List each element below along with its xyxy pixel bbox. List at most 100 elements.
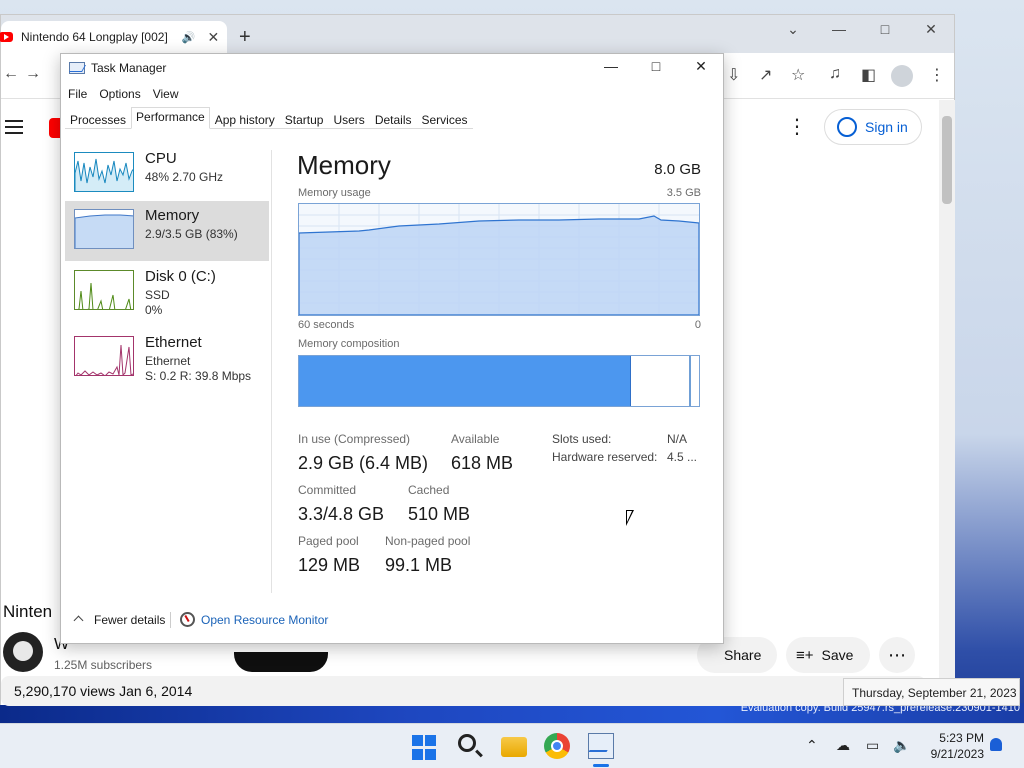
close-tab-icon[interactable]: ✕: [208, 29, 220, 46]
chrome-menu-icon[interactable]: ⋮: [929, 65, 945, 85]
open-resource-monitor-link[interactable]: Open Resource Monitor: [201, 613, 328, 627]
paged-pool-label: Paged pool: [298, 534, 359, 548]
sidebar-cpu-detail: 48% 2.70 GHz: [145, 170, 224, 184]
back-arrow-icon[interactable]: ←: [3, 65, 19, 83]
tab-processes[interactable]: Processes: [65, 107, 131, 128]
sidebar-cpu-name: CPU: [145, 150, 177, 167]
clock-time: 5:23 PM: [939, 731, 984, 745]
menu-options[interactable]: Options: [99, 84, 140, 104]
memory-composition-label: Memory composition: [298, 338, 400, 350]
taskbar: ⌃ ☁ ▭ 🔈 5:23 PM 9/21/2023: [0, 723, 1024, 768]
youtube-favicon-icon: [0, 32, 13, 42]
tab-search-chevron-icon[interactable]: ⌄: [770, 15, 816, 45]
sidebar-ethernet-name: Ethernet: [145, 334, 202, 351]
bookmark-star-icon[interactable]: ☆: [791, 65, 805, 85]
tab-details[interactable]: Details: [370, 107, 417, 128]
sign-in-label: Sign in: [865, 119, 908, 135]
display-icon[interactable]: ▭: [866, 737, 879, 754]
in-use-label: In use (Compressed): [298, 432, 411, 446]
download-icon[interactable]: ⇩: [727, 65, 740, 85]
scrollbar-thumb[interactable]: [942, 116, 952, 204]
committed-label: Committed: [298, 483, 357, 497]
sidebar-ethernet-adapter: Ethernet: [145, 354, 191, 368]
sidebar-ethernet-throughput: S: 0.2 R: 39.8 Mbps: [145, 369, 252, 383]
cached-label: Cached: [408, 483, 450, 497]
footer-divider: [170, 612, 171, 628]
subscribe-button[interactable]: [234, 652, 328, 672]
hamburger-menu-icon[interactable]: [5, 120, 23, 138]
notification-bell-icon[interactable]: [990, 738, 1002, 751]
file-explorer-icon[interactable]: [501, 737, 527, 757]
hardware-reserved-value: 4.5 ...: [667, 450, 698, 464]
memory-heading: Memory: [297, 150, 391, 180]
minimize-button[interactable]: —: [816, 15, 862, 45]
close-button[interactable]: ✕: [908, 15, 954, 45]
sidebar-disk-type: SSD: [145, 288, 170, 302]
memory-composition-bar: [298, 355, 700, 407]
channel-subscribers: 1.25M subscribers: [54, 658, 153, 672]
task-manager-titlebar[interactable]: Task Manager — □ ✕: [61, 54, 723, 82]
tab-bar: Processes Performance App history Startu…: [65, 107, 473, 129]
sidebar-memory-name: Memory: [145, 207, 200, 224]
volume-muted-icon[interactable]: 🔈: [893, 737, 910, 754]
fewer-details-label: Fewer details: [94, 613, 166, 627]
tab-startup[interactable]: Startup: [280, 107, 329, 128]
media-queue-icon[interactable]: ♫: [829, 65, 841, 83]
sidebar-disk-usage: 0%: [145, 303, 163, 317]
share-page-icon[interactable]: ↗: [759, 65, 772, 85]
speaker-icon[interactable]: 🔊: [182, 31, 196, 44]
active-app-indicator: [593, 764, 609, 767]
show-hidden-icons-chevron-icon[interactable]: ⌃: [806, 737, 818, 754]
disk-thumbnail-graph: [74, 270, 134, 310]
memory-thumbnail-graph: [74, 209, 134, 249]
sign-in-button[interactable]: Sign in: [824, 109, 922, 145]
sidebar-item-disk[interactable]: Disk 0 (C:) SSD 0%: [65, 262, 269, 322]
sidebar-item-memory[interactable]: Memory 2.9/3.5 GB (83%): [65, 201, 269, 261]
more-options-icon[interactable]: ⋮: [787, 114, 807, 139]
memory-total: 8.0 GB: [654, 161, 701, 178]
menu-file[interactable]: File: [68, 84, 87, 104]
save-playlist-icon: ≡+: [796, 646, 814, 664]
task-manager-taskbar-icon[interactable]: [588, 733, 614, 759]
task-manager-icon: [69, 62, 85, 74]
fewer-details-button[interactable]: Fewer details: [71, 613, 165, 627]
close-button[interactable]: ✕: [681, 58, 721, 75]
slots-used-value: N/A: [667, 432, 688, 446]
available-value: 618 MB: [451, 453, 514, 473]
sidebar-item-ethernet[interactable]: Ethernet Ethernet S: 0.2 R: 39.8 Mbps: [65, 328, 269, 388]
profile-avatar-icon[interactable]: [891, 65, 913, 87]
video-title: Ninten: [3, 602, 53, 621]
channel-avatar[interactable]: [3, 632, 43, 672]
side-panel-icon[interactable]: ◧: [861, 65, 876, 85]
network-status-icon[interactable]: ☁: [836, 737, 850, 754]
committed-value: 3.3/4.8 GB: [298, 504, 385, 524]
more-actions-button[interactable]: ⋯: [879, 637, 915, 673]
new-tab-button[interactable]: +: [239, 27, 251, 47]
menu-view[interactable]: View: [153, 84, 179, 104]
start-windows-icon[interactable]: [412, 735, 438, 761]
memory-usage-label: Memory usage: [298, 187, 371, 199]
tab-performance[interactable]: Performance: [131, 107, 210, 129]
save-button[interactable]: ≡+ Save: [786, 637, 870, 673]
forward-arrow-icon[interactable]: →: [25, 65, 41, 83]
tab-users[interactable]: Users: [328, 107, 369, 128]
share-label: Share: [724, 647, 762, 663]
tab-app-history[interactable]: App history: [210, 107, 280, 128]
minimize-button[interactable]: —: [591, 58, 631, 74]
sidebar-item-cpu[interactable]: CPU 48% 2.70 GHz: [65, 144, 269, 204]
maximize-button[interactable]: □: [862, 15, 908, 45]
tab-services[interactable]: Services: [417, 107, 473, 128]
menu-bar: File Options View: [61, 84, 184, 104]
mouse-cursor-icon: [626, 510, 634, 526]
window-title: Task Manager: [91, 61, 167, 75]
cpu-thumbnail-graph: [74, 152, 134, 192]
maximize-button[interactable]: □: [636, 58, 676, 74]
system-clock[interactable]: 5:23 PM 9/21/2023: [924, 730, 984, 762]
save-label: Save: [821, 647, 854, 663]
search-icon[interactable]: [458, 734, 476, 752]
graph-axis-right: 0: [694, 319, 701, 331]
account-icon: [837, 117, 857, 137]
page-scrollbar[interactable]: [939, 100, 955, 705]
chrome-icon[interactable]: [544, 733, 570, 759]
browser-tab[interactable]: Nintendo 64 Longplay [002] 🔊 ✕: [0, 21, 227, 53]
